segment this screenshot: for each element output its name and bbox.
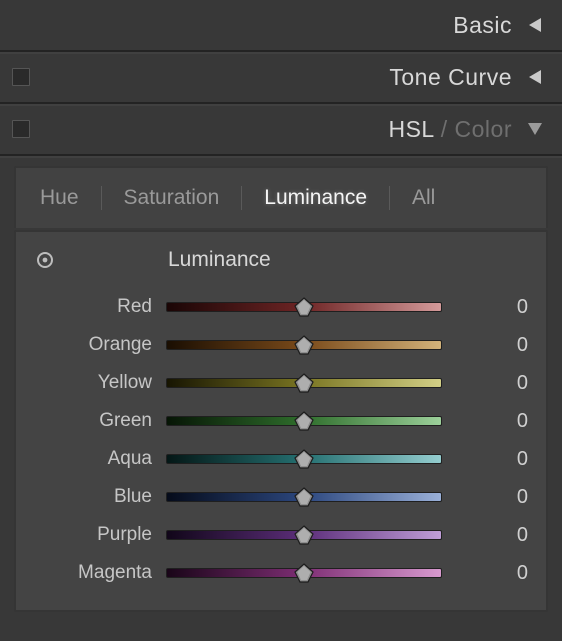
tab-separator bbox=[389, 186, 390, 210]
panel-title-hslcolor: HSL / Color bbox=[388, 116, 512, 143]
slider-track-red[interactable] bbox=[166, 302, 442, 312]
slider-label-orange: Orange bbox=[30, 334, 166, 356]
tab-saturation[interactable]: Saturation bbox=[122, 186, 222, 210]
tab-separator bbox=[241, 186, 242, 210]
slider-row-magenta: Magenta 0 bbox=[30, 554, 532, 592]
slider-track-blue[interactable] bbox=[166, 492, 442, 502]
slider-row-blue: Blue 0 bbox=[30, 478, 532, 516]
slider-label-green: Green bbox=[30, 410, 166, 432]
slider-value-orange[interactable]: 0 bbox=[476, 334, 532, 357]
slider-track-magenta[interactable] bbox=[166, 568, 442, 578]
hsl-tabs: Hue Saturation Luminance All bbox=[16, 168, 546, 228]
luminance-sliders-panel: Luminance Red 0Orange 0Yellow 0Green 0Aq… bbox=[14, 230, 548, 612]
slider-red[interactable] bbox=[166, 296, 476, 318]
slider-knob-blue[interactable] bbox=[293, 487, 315, 507]
section-title: Luminance bbox=[168, 248, 271, 272]
slider-value-purple[interactable]: 0 bbox=[476, 524, 532, 547]
tab-all[interactable]: All bbox=[410, 186, 437, 210]
slider-knob-aqua[interactable] bbox=[293, 449, 315, 469]
slider-label-red: Red bbox=[30, 296, 166, 318]
triangle-left-icon bbox=[526, 16, 544, 34]
slider-purple[interactable] bbox=[166, 524, 476, 546]
triangle-left-icon bbox=[526, 68, 544, 86]
slider-row-red: Red 0 bbox=[30, 288, 532, 326]
targeted-adjustment-tool-icon[interactable] bbox=[34, 249, 56, 271]
tab-luminance[interactable]: Luminance bbox=[262, 186, 369, 210]
slider-label-aqua: Aqua bbox=[30, 448, 166, 470]
slider-knob-yellow[interactable] bbox=[293, 373, 315, 393]
slider-value-aqua[interactable]: 0 bbox=[476, 448, 532, 471]
slider-knob-red[interactable] bbox=[293, 297, 315, 317]
slider-yellow[interactable] bbox=[166, 372, 476, 394]
slider-track-orange[interactable] bbox=[166, 340, 442, 350]
tab-hue[interactable]: Hue bbox=[38, 186, 81, 210]
color-label[interactable]: Color bbox=[455, 116, 512, 142]
tab-separator bbox=[101, 186, 102, 210]
slider-value-green[interactable]: 0 bbox=[476, 410, 532, 433]
slider-row-orange: Orange 0 bbox=[30, 326, 532, 364]
slider-aqua[interactable] bbox=[166, 448, 476, 470]
slider-value-blue[interactable]: 0 bbox=[476, 486, 532, 509]
panel-header-hslcolor[interactable]: HSL / Color bbox=[0, 104, 562, 156]
slider-track-green[interactable] bbox=[166, 416, 442, 426]
tonecurve-swatch-icon bbox=[12, 68, 30, 86]
slider-row-aqua: Aqua 0 bbox=[30, 440, 532, 478]
luminance-section-head: Luminance bbox=[30, 248, 532, 272]
slider-knob-magenta[interactable] bbox=[293, 563, 315, 583]
panel-header-tonecurve[interactable]: Tone Curve bbox=[0, 52, 562, 104]
slider-row-green: Green 0 bbox=[30, 402, 532, 440]
slider-magenta[interactable] bbox=[166, 562, 476, 584]
slider-blue[interactable] bbox=[166, 486, 476, 508]
slider-label-yellow: Yellow bbox=[30, 372, 166, 394]
slider-knob-orange[interactable] bbox=[293, 335, 315, 355]
hsl-label[interactable]: HSL bbox=[388, 116, 433, 142]
slider-knob-green[interactable] bbox=[293, 411, 315, 431]
panel-header-basic[interactable]: Basic bbox=[0, 0, 562, 52]
slider-orange[interactable] bbox=[166, 334, 476, 356]
slider-row-yellow: Yellow 0 bbox=[30, 364, 532, 402]
slider-value-red[interactable]: 0 bbox=[476, 296, 532, 319]
slider-row-purple: Purple 0 bbox=[30, 516, 532, 554]
hslcolor-swatch-icon bbox=[12, 120, 30, 138]
slider-value-yellow[interactable]: 0 bbox=[476, 372, 532, 395]
hsl-tabs-container: Hue Saturation Luminance All bbox=[14, 166, 548, 228]
slider-track-aqua[interactable] bbox=[166, 454, 442, 464]
slider-track-purple[interactable] bbox=[166, 530, 442, 540]
panel-title-tonecurve: Tone Curve bbox=[389, 64, 512, 91]
slider-label-purple: Purple bbox=[30, 524, 166, 546]
panel-title-basic: Basic bbox=[453, 12, 512, 39]
slider-track-yellow[interactable] bbox=[166, 378, 442, 388]
slider-label-blue: Blue bbox=[30, 486, 166, 508]
hsl-sep: / bbox=[434, 116, 455, 142]
triangle-down-icon bbox=[526, 120, 544, 138]
slider-value-magenta[interactable]: 0 bbox=[476, 562, 532, 585]
slider-knob-purple[interactable] bbox=[293, 525, 315, 545]
slider-label-magenta: Magenta bbox=[30, 562, 166, 584]
slider-green[interactable] bbox=[166, 410, 476, 432]
